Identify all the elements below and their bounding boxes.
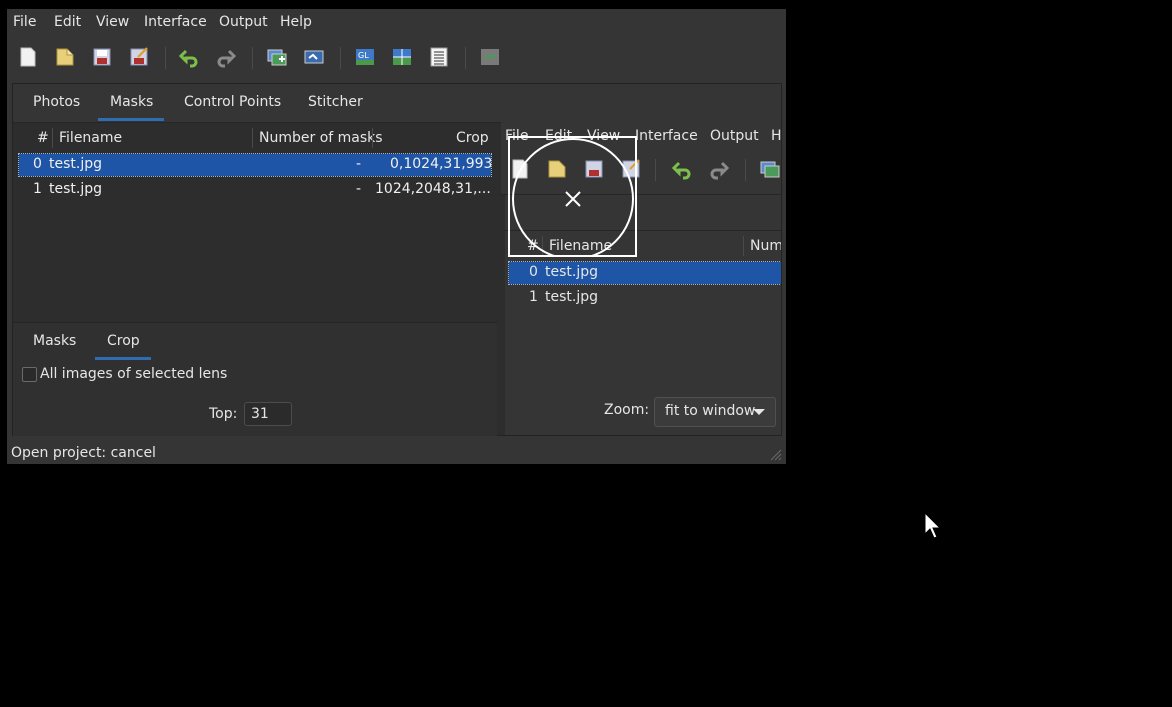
all-images-checkbox[interactable]	[22, 367, 37, 382]
mouse-cursor-icon	[924, 512, 942, 539]
add-images-icon[interactable]	[759, 158, 781, 180]
preview-menu-help[interactable]: H	[771, 128, 781, 144]
save-icon[interactable]	[91, 46, 113, 68]
tab-stitcher[interactable]: Stitcher	[308, 94, 363, 110]
preview-menu-output[interactable]: Output	[710, 128, 759, 144]
preview-table-row[interactable]: 0 test.jpg	[508, 261, 781, 285]
tab-masks[interactable]: Masks	[110, 94, 153, 110]
column-header-number[interactable]: #	[37, 130, 49, 146]
redo-icon[interactable]	[708, 158, 730, 180]
row-masks: -	[356, 156, 362, 172]
column-header-masks[interactable]: Number of masks	[259, 130, 383, 146]
zoom-label: Zoom:	[604, 402, 650, 418]
chevron-down-icon	[753, 409, 765, 415]
tab-masks-indicator	[98, 118, 164, 121]
mask-crop-panel: Masks Crop All images of selected lens T…	[13, 322, 497, 436]
row-number: 1	[33, 181, 42, 197]
row-crop: 1024,2048,31,...	[375, 181, 491, 197]
tab-crop[interactable]: Crop	[107, 333, 140, 349]
tab-panel: Photos Masks Control Points Stitcher # F…	[12, 83, 782, 436]
tab-photos[interactable]: Photos	[33, 94, 80, 110]
row-masks: -	[356, 181, 362, 197]
cancel-drag-icon	[512, 138, 634, 260]
menu-interface[interactable]: Interface	[144, 14, 207, 30]
undo-icon[interactable]	[671, 158, 693, 180]
image-list-panel: # Filename Number of masks Crop 0 test.j…	[13, 122, 497, 436]
menu-output[interactable]: Output	[219, 14, 268, 30]
undo-icon[interactable]	[178, 46, 200, 68]
menu-help[interactable]: Help	[280, 14, 312, 30]
preview-menu-interface[interactable]: Interface	[635, 128, 698, 144]
redo-icon[interactable]	[215, 46, 237, 68]
svg-text:GL: GL	[358, 51, 369, 60]
top-label: Top:	[209, 406, 238, 422]
add-images-icon[interactable]	[266, 46, 288, 68]
row-filename: test.jpg	[49, 181, 102, 197]
menu-view[interactable]: View	[96, 14, 129, 30]
column-header-crop[interactable]: Crop	[456, 130, 489, 146]
row-number: 0	[529, 264, 538, 280]
column-header-filename[interactable]: Filename	[59, 130, 122, 146]
table-row[interactable]: 0 test.jpg - 0,1024,31,993	[18, 153, 493, 177]
save-as-icon[interactable]	[128, 46, 150, 68]
status-bar-text: Open project: cancel	[11, 445, 156, 461]
gl-preview-icon[interactable]: GL	[354, 46, 376, 68]
row-filename: test.jpg	[545, 264, 598, 280]
row-filename: test.jpg	[49, 156, 102, 172]
zoom-value: fit to window	[665, 403, 756, 419]
menubar: File Edit View Interface Output Help	[7, 9, 786, 37]
top-input[interactable]: 31	[244, 402, 292, 426]
align-icon[interactable]	[303, 46, 325, 68]
table-row[interactable]: 1 test.jpg - 1024,2048,31,...	[19, 179, 491, 201]
drag-overlay	[508, 136, 637, 260]
fast-preview-icon[interactable]	[391, 46, 413, 68]
tab-control-points[interactable]: Control Points	[184, 94, 281, 110]
list-icon[interactable]	[428, 46, 450, 68]
row-crop: 0,1024,31,993	[390, 156, 493, 172]
new-project-icon[interactable]	[17, 46, 39, 68]
row-number: 1	[529, 289, 538, 305]
resize-grip-icon[interactable]	[768, 447, 782, 461]
stitch-icon[interactable]	[479, 46, 501, 68]
tab-masks-bottom[interactable]: Masks	[33, 333, 76, 349]
zoom-dropdown[interactable]: fit to window	[654, 397, 776, 427]
all-images-label: All images of selected lens	[40, 366, 228, 382]
row-number: 0	[33, 156, 42, 172]
preview-table-row[interactable]: 1 test.jpg	[509, 287, 781, 309]
main-window: File Edit View Interface Output Help GL …	[7, 9, 786, 464]
toolbar: GL	[7, 41, 786, 75]
row-filename: test.jpg	[545, 289, 598, 305]
preview-column-masks[interactable]: Num	[750, 238, 781, 254]
main-tabs: Photos Masks Control Points Stitcher	[13, 84, 781, 123]
menu-file[interactable]: File	[13, 14, 36, 30]
menu-edit[interactable]: Edit	[54, 14, 81, 30]
open-project-icon[interactable]	[54, 46, 76, 68]
tab-crop-indicator	[95, 357, 151, 360]
